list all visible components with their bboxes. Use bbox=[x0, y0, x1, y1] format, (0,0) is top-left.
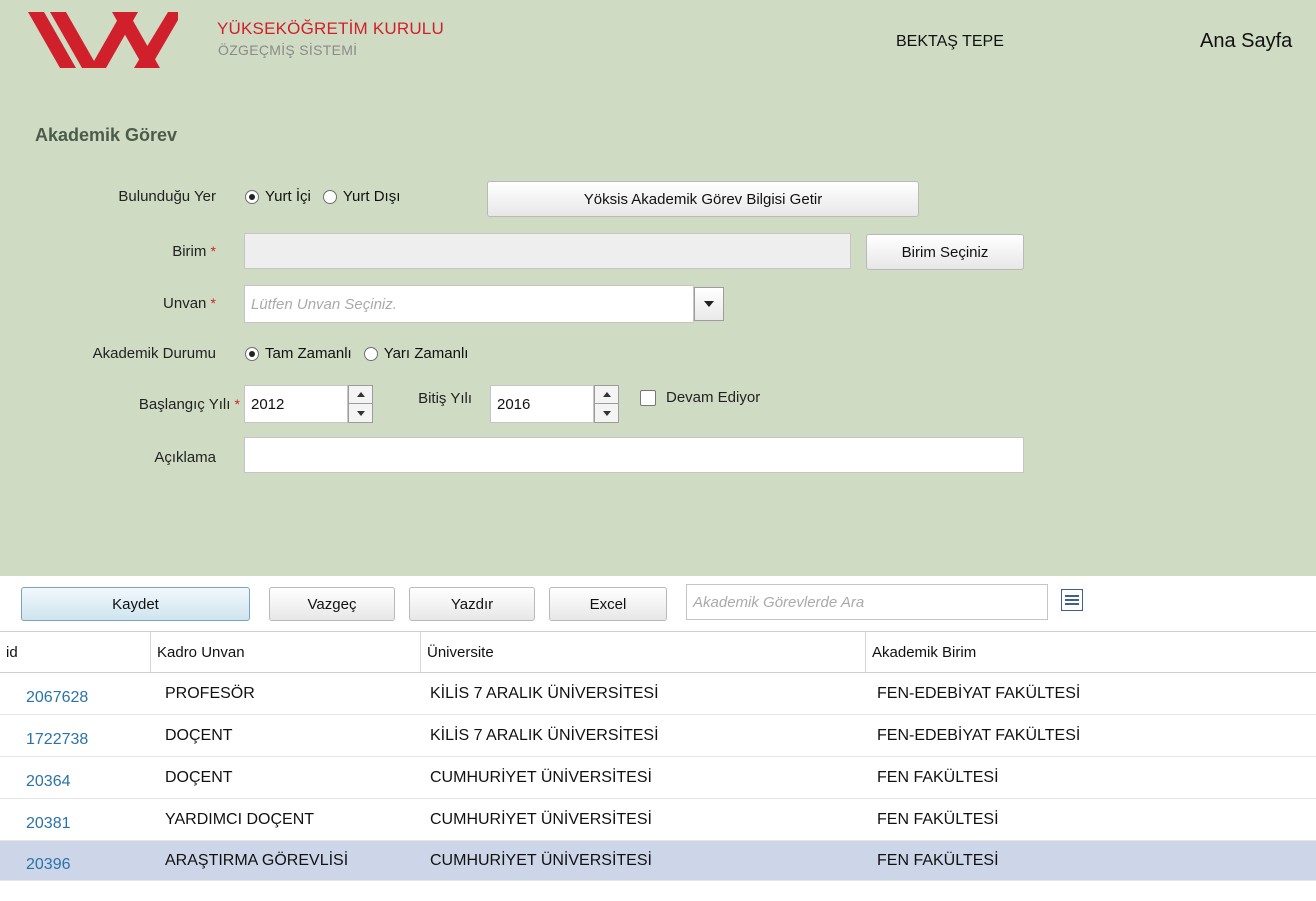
save-button[interactable]: Kaydet bbox=[21, 587, 250, 621]
unit-label: Birim * bbox=[50, 243, 216, 260]
end-year-label: Bitiş Yılı bbox=[418, 390, 472, 407]
radio-checked-icon bbox=[245, 346, 259, 361]
arrow-down-icon bbox=[356, 410, 365, 416]
start-year-decrement[interactable] bbox=[349, 404, 372, 422]
radio-yari-zamanli-label: Yarı Zamanlı bbox=[383, 345, 469, 362]
start-year-increment[interactable] bbox=[349, 386, 372, 404]
row-id-link[interactable]: 20364 bbox=[26, 761, 71, 802]
column-menu-icon[interactable] bbox=[1061, 589, 1083, 611]
table-header: id Kadro Unvan Üniversite Akademik Birim bbox=[0, 631, 1316, 673]
radio-yurt-ici[interactable]: Yurt İçi bbox=[245, 188, 311, 205]
brand-title: YÜKSEKÖĞRETİM KURULU bbox=[217, 19, 444, 38]
excel-button[interactable]: Excel bbox=[549, 587, 667, 621]
table-row[interactable]: 20364 DOÇENT CUMHURİYET ÜNİVERSİTESİ FEN… bbox=[0, 757, 1316, 799]
row-unvan: PROFESÖR bbox=[165, 684, 255, 702]
select-unit-button[interactable]: Birim Seçiniz bbox=[866, 234, 1024, 270]
description-input[interactable] bbox=[244, 437, 1024, 473]
row-birim: FEN FAKÜLTESİ bbox=[877, 851, 999, 869]
user-name: BEKTAŞ TEPE bbox=[896, 33, 1004, 50]
row-id-link[interactable]: 20381 bbox=[26, 803, 71, 844]
row-unvan: DOÇENT bbox=[165, 768, 233, 786]
radio-tam-zamanli[interactable]: Tam Zamanlı bbox=[245, 345, 352, 362]
location-radio-group: Yurt İçi Yurt Dışı bbox=[245, 188, 412, 205]
row-universite: KİLİS 7 ARALIK ÜNİVERSİTESİ bbox=[430, 684, 659, 702]
radio-yurt-disi[interactable]: Yurt Dışı bbox=[322, 188, 401, 205]
table-row[interactable]: 2067628 PROFESÖR KİLİS 7 ARALIK ÜNİVERSİ… bbox=[0, 673, 1316, 715]
row-birim: FEN-EDEBİYAT FAKÜLTESİ bbox=[877, 684, 1081, 702]
row-id-link[interactable]: 2067628 bbox=[26, 677, 88, 718]
column-header-kadro-unvan[interactable]: Kadro Unvan bbox=[150, 632, 420, 672]
chevron-down-icon bbox=[704, 301, 714, 307]
unit-label-text: Birim bbox=[172, 243, 207, 260]
home-link[interactable]: Ana Sayfa bbox=[1200, 30, 1292, 53]
end-year-value: 2016 bbox=[497, 395, 531, 413]
description-label: Açıklama bbox=[154, 449, 216, 466]
status-label: Akademik Durumu bbox=[92, 345, 216, 362]
title-dropdown-button[interactable] bbox=[694, 287, 724, 321]
row-birim: FEN FAKÜLTESİ bbox=[877, 810, 999, 828]
column-header-akademik-birim[interactable]: Akademik Birim bbox=[865, 632, 1316, 672]
row-universite: CUMHURİYET ÜNİVERSİTESİ bbox=[430, 768, 652, 786]
row-birim: FEN FAKÜLTESİ bbox=[877, 768, 999, 786]
brand-subtitle: ÖZGEÇMİŞ SİSTEMİ bbox=[218, 42, 358, 58]
arrow-up-icon bbox=[356, 392, 365, 397]
column-header-universite[interactable]: Üniversite bbox=[420, 632, 865, 672]
cancel-button[interactable]: Vazgeç bbox=[269, 587, 395, 621]
required-mark: * bbox=[210, 243, 216, 259]
radio-yari-zamanli[interactable]: Yarı Zamanlı bbox=[363, 345, 469, 362]
ongoing-label: Devam Ediyor bbox=[666, 389, 761, 406]
radio-checked-icon bbox=[245, 189, 259, 204]
search-input[interactable]: Akademik Görevlerde Ara bbox=[686, 584, 1048, 620]
radio-unchecked-icon bbox=[363, 346, 378, 361]
row-unvan: DOÇENT bbox=[165, 726, 233, 744]
ongoing-checkbox[interactable] bbox=[640, 390, 656, 406]
radio-yurt-disi-label: Yurt Dışı bbox=[342, 188, 401, 205]
location-label: Bulunduğu Yer bbox=[118, 188, 216, 205]
row-unvan: ARAŞTIRMA GÖREVLİSİ bbox=[165, 851, 349, 869]
row-id-link[interactable]: 20396 bbox=[26, 845, 71, 884]
top-header: YÜKSEKÖĞRETİM KURULU ÖZGEÇMİŞ SİSTEMİ BE… bbox=[0, 0, 1316, 80]
table-row-selected[interactable]: 20396 ARAŞTIRMA GÖREVLİSİ CUMHURİYET ÜNİ… bbox=[0, 841, 1316, 881]
start-year-spinner[interactable] bbox=[348, 385, 373, 423]
print-button[interactable]: Yazdır bbox=[409, 587, 535, 621]
title-select-placeholder: Lütfen Unvan Seçiniz. bbox=[251, 295, 397, 313]
radio-unchecked-icon bbox=[322, 189, 337, 204]
row-birim: FEN-EDEBİYAT FAKÜLTESİ bbox=[877, 726, 1081, 744]
required-mark: * bbox=[210, 295, 216, 311]
row-universite: CUMHURİYET ÜNİVERSİTESİ bbox=[430, 810, 652, 828]
section-title: Akademik Görev bbox=[35, 125, 178, 145]
row-universite: KİLİS 7 ARALIK ÜNİVERSİTESİ bbox=[430, 726, 659, 744]
title-label: Unvan * bbox=[50, 295, 216, 312]
arrow-up-icon bbox=[602, 392, 611, 397]
column-header-id[interactable]: id bbox=[0, 632, 150, 672]
row-unvan: YARDIMCI DOÇENT bbox=[165, 810, 315, 828]
end-year-increment[interactable] bbox=[595, 386, 618, 404]
form-panel bbox=[0, 80, 1316, 576]
radio-tam-zamanli-label: Tam Zamanlı bbox=[265, 345, 352, 362]
search-placeholder: Akademik Görevlerde Ara bbox=[693, 593, 865, 611]
end-year-input[interactable]: 2016 bbox=[490, 385, 594, 423]
row-universite: CUMHURİYET ÜNİVERSİTESİ bbox=[430, 851, 652, 869]
end-year-spinner[interactable] bbox=[594, 385, 619, 423]
start-year-label: Başlangıç Yılı * bbox=[30, 396, 240, 413]
table-row[interactable]: 20381 YARDIMCI DOÇENT CUMHURİYET ÜNİVERS… bbox=[0, 799, 1316, 841]
row-id-link[interactable]: 1722738 bbox=[26, 719, 88, 760]
title-select[interactable]: Lütfen Unvan Seçiniz. bbox=[244, 285, 694, 323]
unit-input[interactable] bbox=[244, 233, 851, 269]
arrow-down-icon bbox=[602, 410, 611, 416]
start-year-input[interactable]: 2012 bbox=[244, 385, 348, 423]
start-year-value: 2012 bbox=[251, 395, 285, 413]
required-mark: * bbox=[234, 396, 240, 412]
start-year-label-text: Başlangıç Yılı bbox=[138, 396, 231, 413]
table-row[interactable]: 1722738 DOÇENT KİLİS 7 ARALIK ÜNİVERSİTE… bbox=[0, 715, 1316, 757]
radio-yurt-ici-label: Yurt İçi bbox=[265, 188, 311, 205]
end-year-decrement[interactable] bbox=[595, 404, 618, 422]
title-label-text: Unvan bbox=[163, 295, 207, 312]
status-radio-group: Tam Zamanlı Yarı Zamanlı bbox=[245, 345, 480, 362]
fetch-yoksis-button[interactable]: Yöksis Akademik Görev Bilgisi Getir bbox=[487, 181, 919, 217]
yok-logo-icon bbox=[28, 12, 178, 68]
